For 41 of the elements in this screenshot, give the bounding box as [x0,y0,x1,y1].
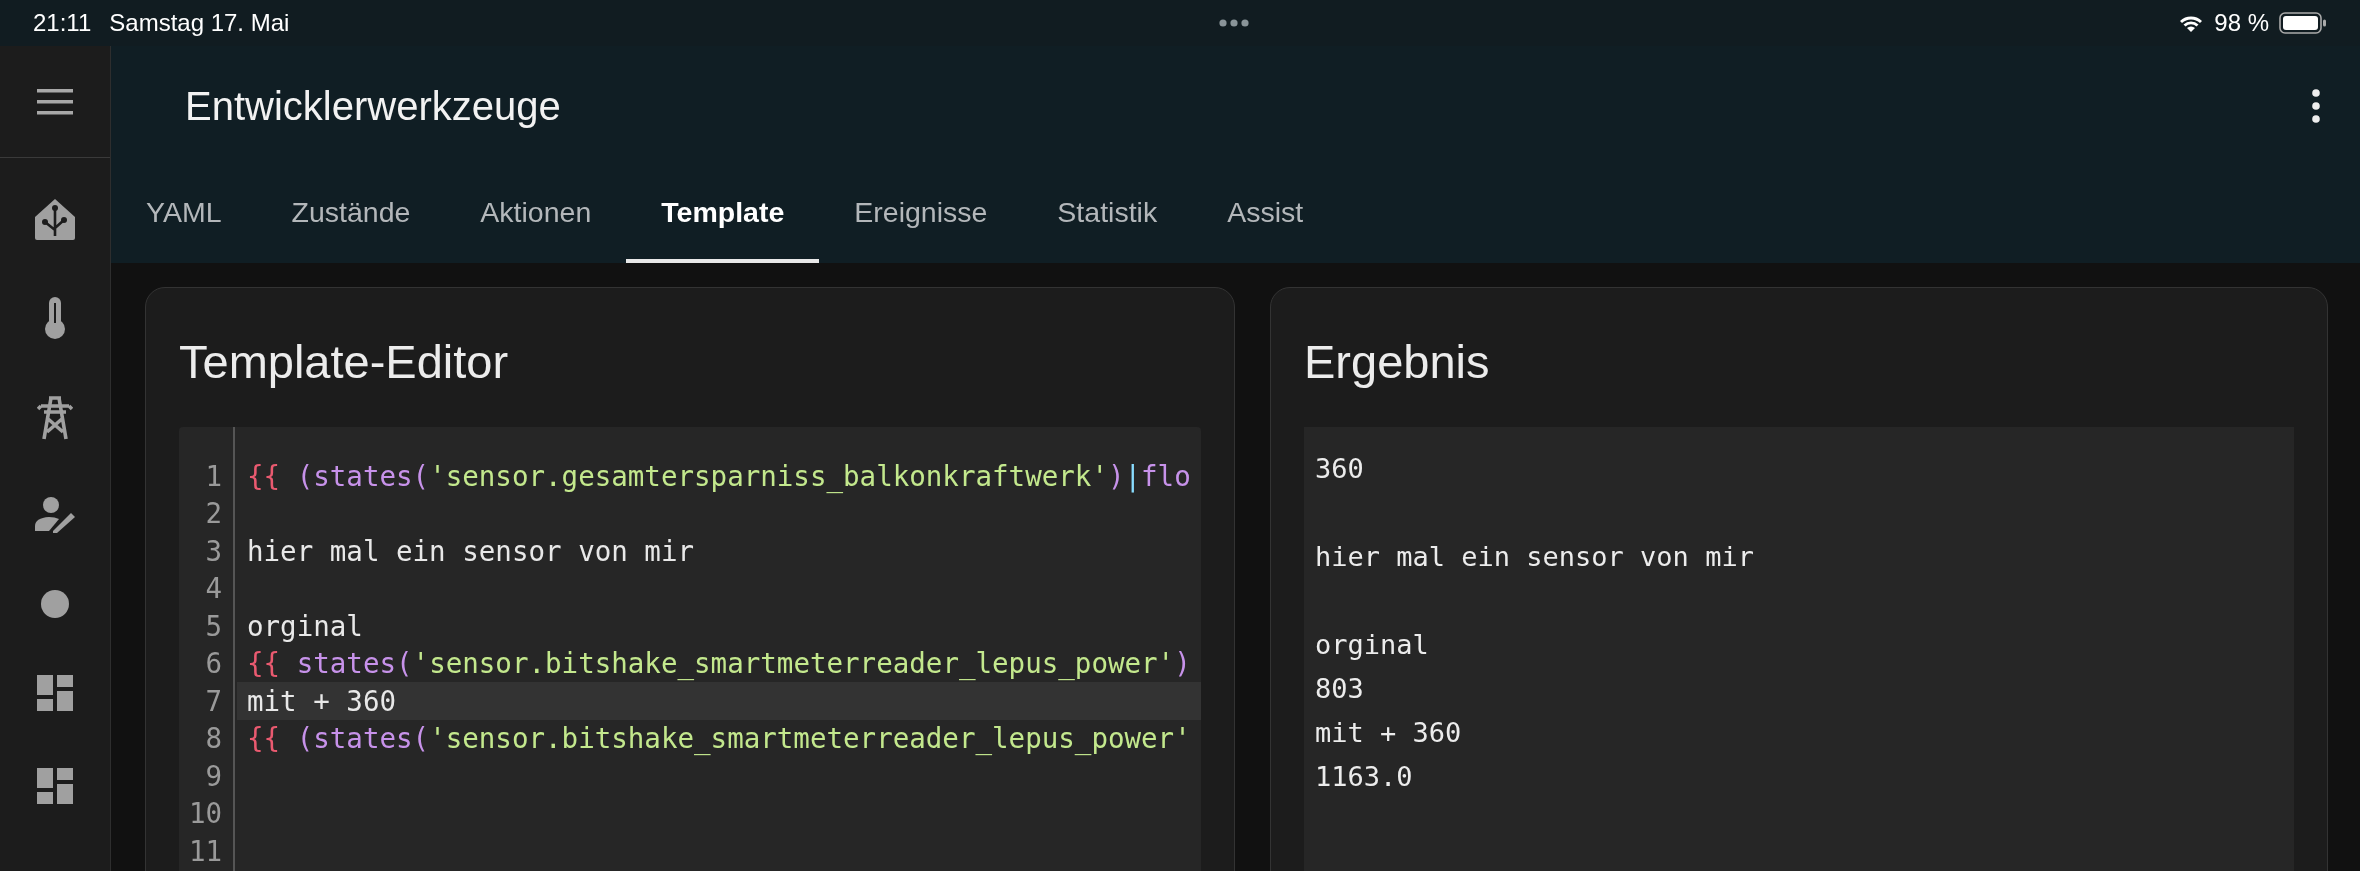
tab[interactable]: Assist [1192,166,1339,263]
tab[interactable]: Template [626,166,820,263]
code-line: orginal [246,608,364,644]
tab[interactable]: Zustände [256,166,446,263]
line-number: 9 [204,759,223,792]
line-number: 2 [204,497,223,530]
line-number: 6 [204,647,223,680]
code-line: {{ (states('sensor.bitshake_smartmeterreader_lepus_power' [246,721,1192,757]
tab[interactable]: YAML [111,166,257,263]
battery-icon [2279,12,2327,34]
result-text: 360 hier mal ein sensor von mir orginal 803 mit + 360 1163.0 [1315,452,1755,794]
code-line: hier mal ein sensor von mir [246,533,696,569]
card-title: Template-Editor [179,337,510,387]
line-number: 10 [187,797,223,830]
line-number: 3 [204,534,223,567]
line-number: 7 [204,684,223,717]
card-title: Ergebnis [1304,337,1491,387]
menu-icon[interactable] [37,88,73,115]
line-number: 1 [204,459,223,492]
line-number: 4 [204,572,223,605]
power-pylon-icon[interactable] [37,396,73,440]
code-line: {{ (states('sensor.gesamtersparniss_balkonkraftwerk')|flo [246,458,1192,495]
dashboard-icon[interactable] [37,768,73,804]
line-number: 11 [187,834,223,867]
status-date: Samstag 17. Mai [109,9,290,37]
tab[interactable]: Ereignisse [819,166,1023,263]
line-number: 8 [204,722,223,755]
thermometer-icon[interactable] [44,297,66,339]
line-number: 5 [204,609,223,642]
status-time: 21:11 [33,9,92,37]
battery-percent: 98 % [2214,9,2269,37]
code-line: {{ states('sensor.bitshake_smartmeterreader_lepus_power') [246,646,1192,682]
tab[interactable]: Aktionen [445,166,627,263]
house-icon[interactable] [34,198,76,240]
more-vertical-icon[interactable] [2312,89,2320,123]
dashboard-icon[interactable] [37,675,73,711]
person-pencil-icon[interactable] [35,497,75,533]
circle-icon[interactable] [41,590,69,618]
page-title: Entwicklerwerkzeuge [185,83,562,129]
more-dots-icon[interactable] [1218,19,1249,27]
tab[interactable]: Statistik [1022,166,1193,263]
